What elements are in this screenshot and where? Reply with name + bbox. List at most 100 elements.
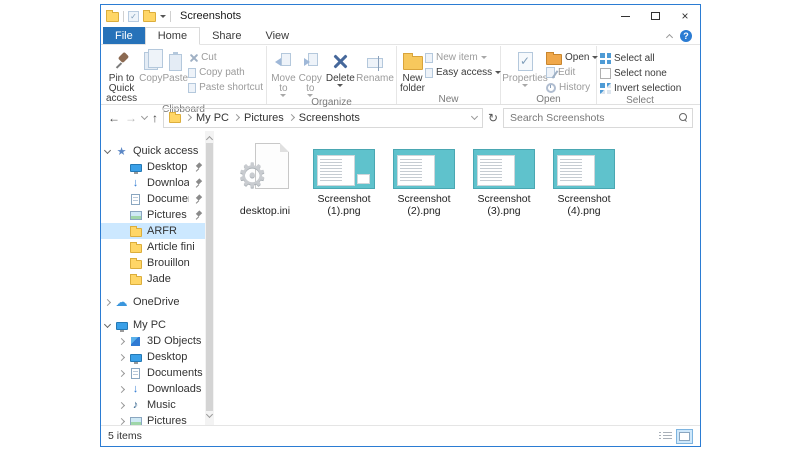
address-breadcrumb[interactable]: My PC Pictures Screenshots xyxy=(163,108,483,128)
file-screenshot-4[interactable]: Screenshot (4).png xyxy=(546,149,622,217)
sidebar-item-3d-objects[interactable]: 3D Objects xyxy=(101,333,214,349)
file-desktop-ini[interactable]: ⚙ desktop.ini xyxy=(228,143,302,217)
tab-home[interactable]: Home xyxy=(145,27,200,45)
select-none-button[interactable]: Select none xyxy=(600,67,681,80)
quick-access-toolbar: ✓ Screenshots xyxy=(106,10,241,22)
open-button[interactable]: Open xyxy=(546,51,598,64)
sidebar-item-article-fini[interactable]: Article fini xyxy=(101,239,214,255)
screenshot-thumbnail xyxy=(473,149,535,189)
pin-to-quick-access-button[interactable]: Pin to Quick access xyxy=(104,48,139,104)
paste-button[interactable]: Paste xyxy=(163,48,189,84)
files-row: ⚙ desktop.ini Screenshot (1).png Screens… xyxy=(228,143,622,217)
group-label-organize: Organize xyxy=(267,97,396,108)
file-screenshot-2[interactable]: Screenshot (2).png xyxy=(386,149,462,217)
sidebar-item-my-pc[interactable]: My PC xyxy=(101,317,214,333)
chevron-right-icon[interactable] xyxy=(104,298,111,305)
chevron-right-icon[interactable] xyxy=(118,369,125,376)
sidebar-item-pc-desktop[interactable]: Desktop xyxy=(101,349,214,365)
sidebar-item-pc-downloads[interactable]: ↓ Downloads xyxy=(101,381,214,397)
breadcrumb-chevron-icon xyxy=(185,114,192,121)
file-list-area[interactable]: ⚙ desktop.ini Screenshot (1).png Screens… xyxy=(214,131,700,425)
sidebar-item-arfr[interactable]: ARFR xyxy=(101,223,214,239)
sidebar-item-quick-access[interactable]: ★ Quick access xyxy=(101,143,214,159)
chevron-right-icon[interactable] xyxy=(118,337,125,344)
sidebar-item-brouillon[interactable]: Brouillon xyxy=(101,255,214,271)
address-dropdown-icon[interactable] xyxy=(471,113,478,120)
minimize-button[interactable] xyxy=(610,5,640,27)
scroll-down-icon[interactable] xyxy=(206,411,213,418)
breadcrumb-pictures[interactable]: Pictures xyxy=(244,112,284,124)
new-item-button[interactable]: New item xyxy=(425,51,501,64)
select-all-button[interactable]: Select all xyxy=(600,52,681,65)
sidebar-item-documents[interactable]: Documents xyxy=(101,191,214,207)
rename-button[interactable]: Rename xyxy=(357,48,393,84)
new-folder-button[interactable]: New folder xyxy=(400,48,425,94)
sidebar-scrollbar[interactable] xyxy=(205,131,214,425)
tab-view[interactable]: View xyxy=(253,27,301,44)
ribbon-group-new: New folder New item Easy access New xyxy=(397,46,501,104)
help-icon[interactable]: ? xyxy=(680,30,692,42)
qat-dropdown-icon[interactable] xyxy=(160,15,166,18)
refresh-button[interactable]: ↻ xyxy=(488,111,498,125)
tab-share[interactable]: Share xyxy=(200,27,253,44)
chevron-down-icon[interactable] xyxy=(104,320,111,327)
easy-access-button[interactable]: Easy access xyxy=(425,66,501,79)
chevron-right-icon[interactable] xyxy=(118,353,125,360)
sidebar-item-pc-documents[interactable]: Documents xyxy=(101,365,214,381)
ribbon-group-organize: Move to Copy to Delete Rename xyxy=(267,46,397,104)
search-input[interactable] xyxy=(504,109,692,127)
screenshot-thumbnail xyxy=(313,149,375,189)
documents-icon xyxy=(131,194,140,205)
close-button[interactable]: × xyxy=(670,5,700,27)
breadcrumb-my-pc[interactable]: My PC xyxy=(196,112,229,124)
maximize-button[interactable] xyxy=(640,5,670,27)
ribbon-group-open: ✓ Properties Open Edit xyxy=(501,46,597,104)
scroll-up-icon[interactable] xyxy=(206,136,213,143)
chevron-right-icon[interactable] xyxy=(118,417,125,424)
sidebar-item-jade[interactable]: Jade xyxy=(101,271,214,287)
copy-path-icon xyxy=(188,68,196,78)
cut-button[interactable]: Cut xyxy=(188,51,263,64)
sidebar-item-onedrive[interactable]: ☁ OneDrive xyxy=(101,294,214,310)
delete-button[interactable]: Delete xyxy=(324,48,357,87)
pin-icon xyxy=(194,163,202,172)
breadcrumb-screenshots[interactable]: Screenshots xyxy=(299,112,360,124)
chevron-down-icon[interactable] xyxy=(104,146,111,153)
properties-button[interactable]: ✓ Properties xyxy=(504,48,546,87)
chevron-right-icon[interactable] xyxy=(118,401,125,408)
thumbnail-view-button[interactable] xyxy=(676,429,693,444)
search-box xyxy=(503,108,693,128)
copy-path-button[interactable]: Copy path xyxy=(188,66,263,79)
history-icon xyxy=(546,83,556,93)
invert-selection-button[interactable]: Invert selection xyxy=(600,82,681,95)
edit-button[interactable]: Edit xyxy=(546,66,598,79)
forward-button[interactable]: → xyxy=(125,111,137,125)
file-screenshot-1[interactable]: Screenshot (1).png xyxy=(306,149,382,217)
open-icon xyxy=(546,54,562,65)
group-label-new: New xyxy=(397,94,500,105)
sidebar-item-pictures[interactable]: Pictures xyxy=(101,207,214,223)
sidebar-item-desktop[interactable]: Desktop xyxy=(101,159,214,175)
properties-icon: ✓ xyxy=(518,52,533,71)
move-to-button[interactable]: Move to xyxy=(270,48,297,97)
file-screenshot-3[interactable]: Screenshot (3).png xyxy=(466,149,542,217)
sidebar-item-pc-music[interactable]: ♪ Music xyxy=(101,397,214,413)
tab-file[interactable]: File xyxy=(103,27,145,44)
paste-shortcut-button[interactable]: Paste shortcut xyxy=(188,81,263,94)
qat-properties-icon[interactable]: ✓ xyxy=(128,11,139,22)
history-button[interactable]: History xyxy=(546,81,598,94)
scrollbar-thumb[interactable] xyxy=(206,143,213,411)
back-button[interactable]: ← xyxy=(108,111,120,125)
chevron-right-icon[interactable] xyxy=(118,385,125,392)
up-button[interactable]: ↑ xyxy=(152,111,158,125)
sidebar-item-downloads[interactable]: ↓ Downloads xyxy=(101,175,214,191)
collapse-ribbon-icon[interactable] xyxy=(666,33,673,40)
qat-new-folder-icon[interactable] xyxy=(143,12,156,22)
copy-button[interactable]: Copy xyxy=(139,48,162,84)
group-label-open: Open xyxy=(501,94,596,105)
breadcrumb-chevron-icon xyxy=(233,114,240,121)
desktop-icon xyxy=(130,164,142,172)
details-view-button[interactable] xyxy=(659,430,673,442)
copy-to-button[interactable]: Copy to xyxy=(297,48,324,97)
search-icon xyxy=(679,113,687,121)
